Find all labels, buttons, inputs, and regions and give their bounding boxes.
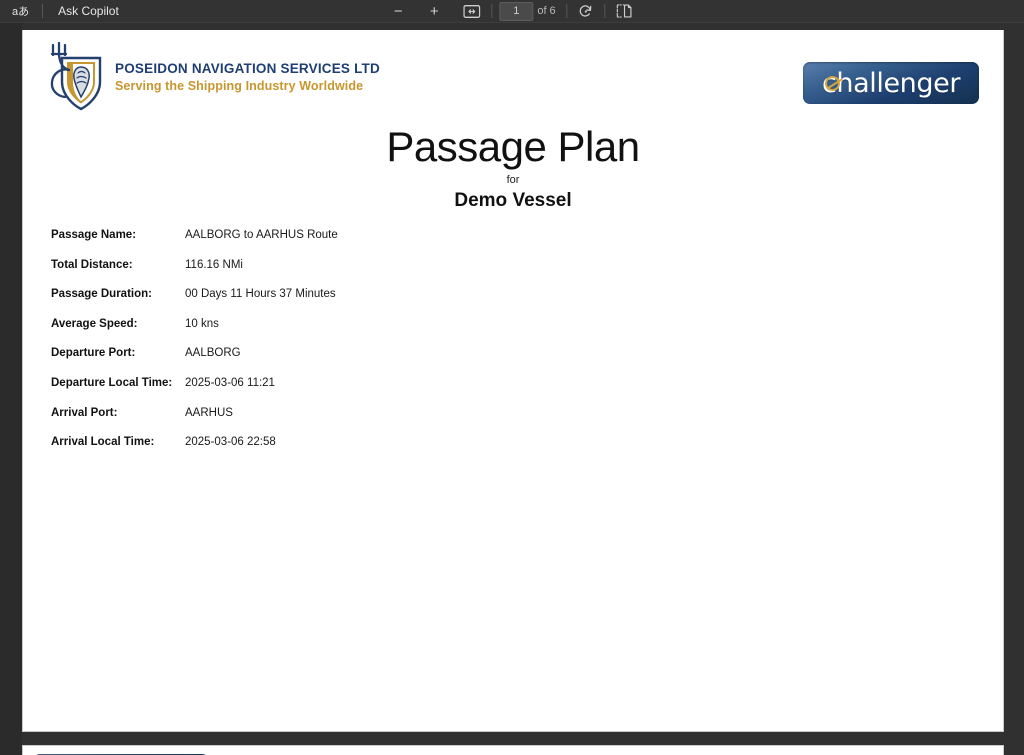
page-layout-icon [617,4,632,18]
field-label: Arrival Local Time: [51,436,155,449]
field-value: AARHUS [185,406,233,419]
viewer-left-gutter [0,23,22,755]
translate-icon[interactable]: aあ [8,2,33,21]
field-value: 10 kns [185,317,219,330]
field-label: Departure Port: [51,347,136,360]
field-label: Passage Name: [51,229,137,241]
page-total-label: of 6 [537,5,556,17]
table-row: Departure Port: AALBORG [51,347,338,377]
ask-copilot-button[interactable]: Ask Copilot [52,2,125,21]
field-label: Passage Duration: [51,288,152,301]
passage-details-table: Passage Name: AALBORG to AARHUS Route To… [51,229,338,466]
zoom-in-button[interactable]: + [423,2,445,21]
toolbar-divider [604,4,606,18]
field-label: Total Distance: [51,258,133,271]
toolbar-divider [566,4,568,18]
page-layout-button[interactable] [613,2,637,21]
company-logo-text: POSEIDON NAVIGATION SERVICES LTD Serving… [115,61,380,95]
table-row: Passage Name: AALBORG to AARHUS Route [51,229,338,259]
field-value: AALBORG to AARHUS Route [185,229,338,241]
field-value: 116.16 NMi [185,258,243,271]
field-value: AALBORG [185,347,241,360]
field-label: Arrival Port: [51,406,118,419]
toolbar-divider [42,4,44,18]
company-logo: POSEIDON NAVIGATION SERVICES LTD Serving… [43,42,380,114]
toolbar-center-group: − + of 6 [387,0,636,22]
pdf-viewer-canvas[interactable]: POSEIDON NAVIGATION SERVICES LTD Serving… [0,23,1024,755]
page-number-input[interactable] [499,1,534,21]
poseidon-crest-icon [50,42,102,111]
table-row: Average Speed: 10 kns [51,318,338,348]
field-label: Departure Local Time: [51,376,173,389]
challenger-logo: challenger [803,62,979,104]
page-title: Passage Plan [386,123,640,170]
company-name: POSEIDON NAVIGATION SERVICES LTD [115,61,380,77]
field-value: 2025-03-06 22:58 [185,436,276,449]
table-row: Arrival Port: AARHUS [51,407,338,437]
challenger-logo-inner: challenger [822,70,960,97]
for-label: for [506,174,520,186]
table-row: Arrival Local Time: 2025-03-06 22:58 [51,436,338,466]
field-value: 2025-03-06 11:21 [185,376,275,389]
pdf-page-1: POSEIDON NAVIGATION SERVICES LTD Serving… [22,30,1004,732]
pdf-page-2: challenger [22,745,1004,755]
vessel-name: Demo Vessel [454,190,572,211]
fit-to-width-icon [463,4,481,18]
company-tagline: Serving the Shipping Industry Worldwide [115,79,364,94]
zoom-out-button[interactable]: − [387,2,409,21]
translate-icon-glyph: aあ [12,6,30,18]
field-label: Average Speed: [51,317,138,330]
toolbar-divider [491,4,493,18]
plus-icon: + [429,2,439,20]
table-row: Total Distance: 116.16 NMi [51,259,338,289]
rotate-icon [580,4,592,17]
challenger-logo-text: challenger [821,67,961,99]
rotate-button[interactable] [575,2,598,21]
fit-to-width-button[interactable] [459,2,484,21]
minus-icon: − [393,2,403,20]
table-row: Passage Duration: 00 Days 11 Hours 37 Mi… [51,288,338,318]
toolbar-left-group: aあ Ask Copilot [0,0,125,22]
pdf-viewer-toolbar: aあ Ask Copilot − + of 6 [0,0,1024,23]
table-row: Departure Local Time: 2025-03-06 11:21 [51,377,338,407]
field-value: 00 Days 11 Hours 37 Minutes [185,288,336,301]
